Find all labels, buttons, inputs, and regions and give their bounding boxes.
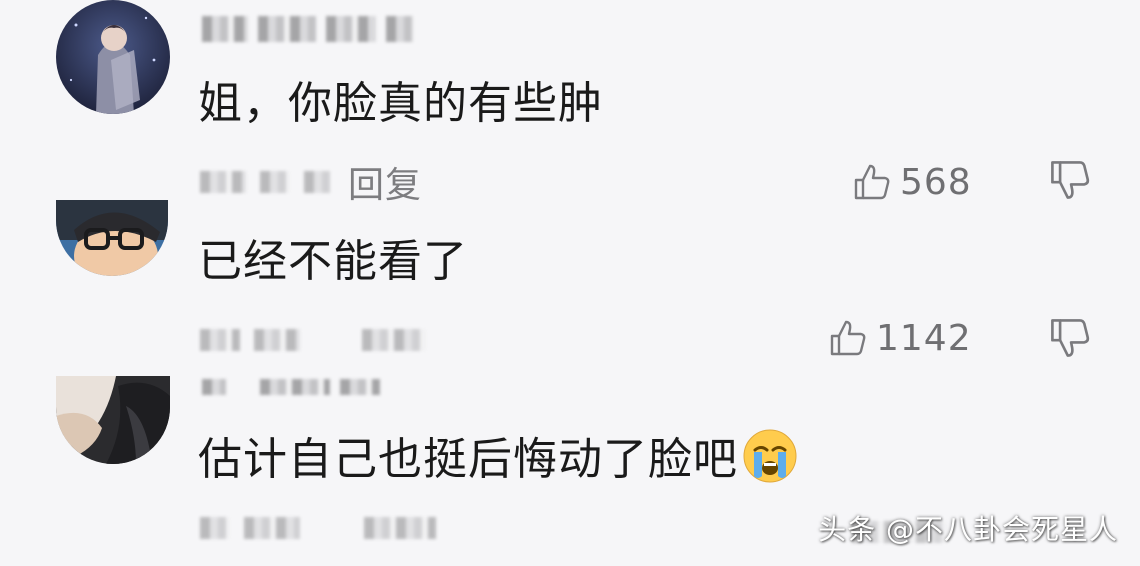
thumbs-down-icon: [1051, 319, 1090, 357]
blurred-username: [340, 379, 380, 395]
avatar-photo-icon: [56, 376, 170, 464]
blurred-username: [326, 16, 376, 42]
blurred-date: [304, 171, 330, 193]
user-avatar[interactable]: [56, 376, 170, 464]
blurred-username: [260, 379, 330, 395]
username[interactable]: [202, 374, 380, 400]
blurred-username: [202, 379, 226, 395]
comment-text: 估计自己也挺后悔动了脸吧: [198, 428, 798, 488]
avatar-glasses-icon: [56, 200, 168, 276]
blurred-username: [386, 16, 414, 42]
comment-text-content: 估计自己也挺后悔动了脸吧: [198, 434, 738, 485]
blurred-date: [244, 517, 300, 539]
blurred-date: [254, 329, 300, 351]
watermark: 头条 @不八卦会死星人: [818, 513, 1118, 546]
comment-text: 已经不能看了: [198, 236, 468, 287]
blurred-date: [200, 171, 246, 193]
blurred-reply: [362, 329, 426, 351]
comment-item: 已经不能看了 1142: [0, 196, 1140, 376]
comment-meta: [200, 320, 426, 360]
thumbs-up-icon: [830, 320, 866, 356]
blurred-username: [202, 16, 248, 42]
like-count: 1142: [876, 317, 972, 359]
dislike-button[interactable]: [1048, 316, 1096, 364]
user-avatar[interactable]: [56, 200, 168, 276]
blurred-date: [200, 517, 230, 539]
loudly-crying-face-emoji: [743, 429, 797, 483]
comment-text: 姐，你脸真的有些肿: [198, 78, 603, 129]
like-button[interactable]: 1142: [828, 314, 972, 362]
blurred-username: [258, 16, 316, 42]
username[interactable]: [202, 14, 414, 44]
user-avatar[interactable]: [56, 0, 170, 114]
blurred-reply: [364, 517, 436, 539]
avatar-anime-icon: [56, 0, 170, 114]
comment-meta: [200, 508, 436, 548]
blurred-date: [200, 329, 240, 351]
blurred-date: [260, 171, 290, 193]
